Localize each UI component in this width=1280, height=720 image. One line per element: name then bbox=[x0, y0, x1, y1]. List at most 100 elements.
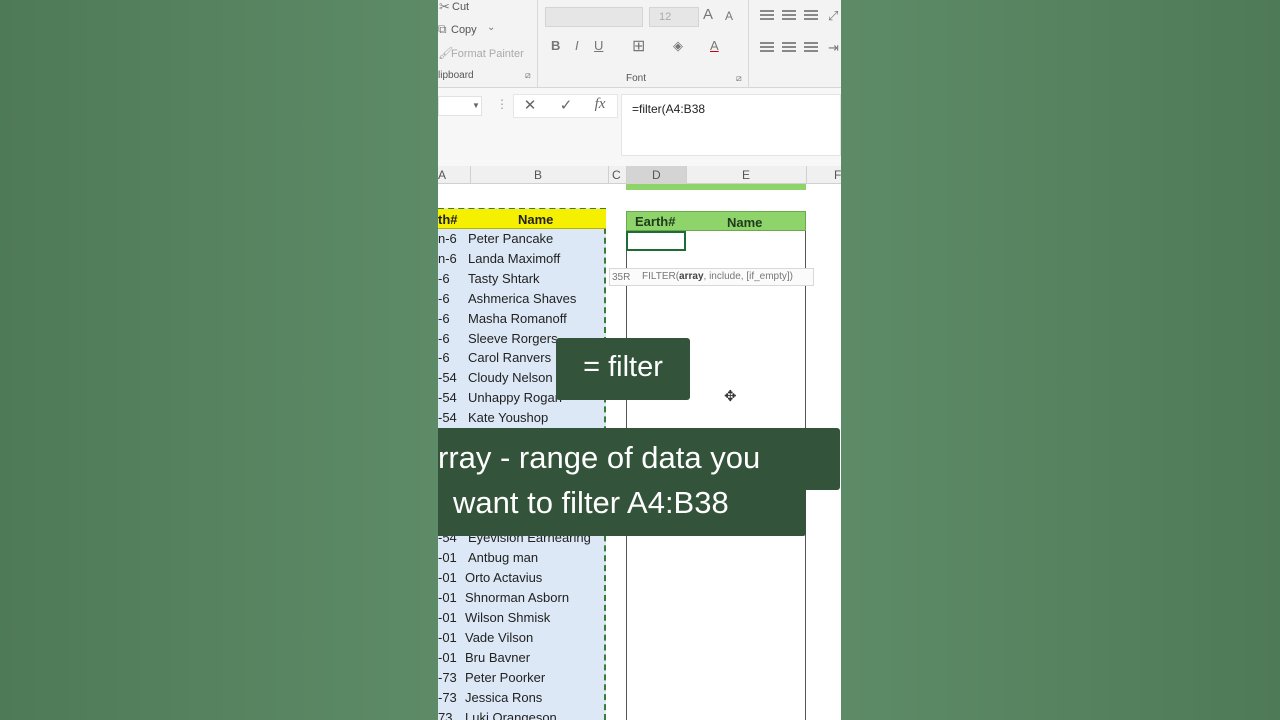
earth-cell: -01 bbox=[438, 550, 457, 565]
align-left-icon[interactable] bbox=[760, 42, 774, 54]
underline-button[interactable]: U bbox=[594, 38, 603, 53]
table-row[interactable]: -01 Bru Bavner bbox=[438, 650, 530, 665]
align-center-icon[interactable] bbox=[782, 42, 796, 54]
align-middle-icon[interactable] bbox=[782, 10, 796, 22]
earth-cell: -6 bbox=[438, 271, 450, 286]
name-cell: Ashmerica Shaves bbox=[468, 291, 577, 306]
dialog-launcher-icon[interactable]: ⧄ bbox=[736, 73, 742, 84]
name-cell: Masha Romanoff bbox=[468, 311, 567, 326]
table-row[interactable]: -6 Carol Ranvers bbox=[438, 350, 551, 365]
align-top-icon[interactable] bbox=[760, 10, 774, 22]
copy-button[interactable]: Copy bbox=[451, 24, 477, 36]
scissors-icon[interactable]: ✂ bbox=[439, 0, 450, 15]
earth-cell: -6 bbox=[438, 331, 450, 346]
background-right bbox=[841, 0, 1280, 720]
copy-icon[interactable]: ⧉ bbox=[438, 22, 447, 37]
column-header-d[interactable]: D bbox=[652, 168, 661, 182]
ribbon-divider bbox=[537, 0, 538, 88]
font-size-select[interactable]: 12 bbox=[649, 7, 699, 27]
name-cell: Vade Vilson bbox=[465, 630, 534, 645]
table-row[interactable]: -54 Cloudy Nelson bbox=[438, 370, 553, 385]
table-row[interactable]: -01 Vade Vilson bbox=[438, 630, 533, 645]
chevron-down-icon[interactable]: ▼ bbox=[472, 101, 480, 110]
dialog-launcher-icon[interactable]: ⧄ bbox=[525, 70, 531, 81]
earth-cell: -54 bbox=[438, 410, 457, 425]
grow-font-button[interactable]: A bbox=[703, 6, 713, 23]
borders-icon[interactable]: ⊞ bbox=[632, 36, 645, 56]
earth-cell: n-6 bbox=[438, 231, 457, 246]
header-earth: th# bbox=[438, 212, 458, 227]
table-row[interactable]: -01 Shnorman Asborn bbox=[438, 590, 569, 605]
name-cell: Bru Bavner bbox=[465, 650, 531, 665]
name-cell: Sleeve Rorgers bbox=[468, 331, 558, 346]
table-row[interactable]: -01 Antbug man bbox=[438, 550, 538, 565]
more-icon[interactable]: ⋮ bbox=[496, 97, 508, 111]
table-row[interactable]: n-6 Peter Pancake bbox=[438, 231, 553, 246]
table-row[interactable]: -6 Sleeve Rorgers bbox=[438, 331, 558, 346]
table-row[interactable]: -01 Orto Actavius bbox=[438, 570, 542, 585]
column-divider bbox=[686, 166, 687, 184]
fill-color-icon[interactable]: ◈ bbox=[673, 38, 683, 54]
orientation-icon[interactable]: ⤢ bbox=[828, 8, 838, 24]
column-header-a[interactable]: A bbox=[438, 168, 446, 182]
background-left bbox=[0, 0, 438, 720]
table-row[interactable]: -6 Masha Romanoff bbox=[438, 311, 567, 326]
italic-button[interactable]: I bbox=[575, 38, 579, 53]
format-painter-button[interactable]: Format Painter bbox=[451, 48, 524, 60]
table-row[interactable]: -6 Tasty Shtark bbox=[438, 271, 540, 286]
table-row[interactable]: -54 Unhappy Rogan bbox=[438, 390, 562, 405]
table-row[interactable]: -73 Jessica Rons bbox=[438, 690, 542, 705]
column-header-f[interactable]: F bbox=[834, 168, 841, 182]
cursor-crosshair-icon: ✥ bbox=[724, 388, 737, 405]
tooltip-signature: FILTER(array, include, [if_empty]) bbox=[642, 271, 793, 282]
formula-bar: ▼ ⋮ ✕ ✓ fx =filter(A4:B38 bbox=[438, 88, 841, 168]
name-cell: Orto Actavius bbox=[465, 570, 543, 585]
name-cell: Wilson Shmisk bbox=[465, 610, 551, 625]
function-tooltip: 35R FILTER(array, include, [if_empty]) bbox=[609, 268, 814, 286]
column-header-e[interactable]: E bbox=[742, 168, 750, 182]
earth-cell: -01 bbox=[438, 590, 457, 605]
name-cell: Peter Poorker bbox=[465, 670, 546, 685]
table-row[interactable]: -01 Wilson Shmisk bbox=[438, 610, 550, 625]
align-bottom-icon[interactable] bbox=[804, 10, 818, 22]
name-cell: Landa Maximoff bbox=[468, 251, 561, 266]
earth-cell: -6 bbox=[438, 350, 450, 365]
chevron-down-icon[interactable]: ⌄ bbox=[487, 22, 495, 33]
table-row[interactable]: 73 Luki Orangeson bbox=[438, 710, 557, 720]
table-row[interactable]: -73 Peter Poorker bbox=[438, 670, 545, 685]
name-cell: Carol Ranvers bbox=[468, 350, 552, 365]
formula-input[interactable]: =filter(A4:B38 bbox=[621, 94, 841, 156]
indent-icon[interactable]: ⇥ bbox=[828, 40, 839, 56]
cancel-button[interactable]: ✕ bbox=[515, 96, 545, 118]
earth-cell: -01 bbox=[438, 570, 457, 585]
header-name: Name bbox=[727, 215, 763, 230]
table-row[interactable]: n-6 Landa Maximoff bbox=[438, 251, 560, 266]
shrink-font-button[interactable]: A bbox=[725, 9, 733, 23]
source-table-header: th# Name bbox=[438, 209, 606, 229]
table-row[interactable]: -54 Kate Youshop bbox=[438, 410, 548, 425]
earth-cell: -54 bbox=[438, 390, 457, 405]
column-header-b[interactable]: B bbox=[534, 168, 542, 182]
align-right-icon[interactable] bbox=[804, 42, 818, 54]
font-group-label: Font bbox=[626, 73, 647, 84]
column-header-c[interactable]: C bbox=[612, 168, 621, 182]
font-color-button[interactable]: A bbox=[710, 38, 719, 53]
enter-button[interactable]: ✓ bbox=[551, 96, 581, 118]
name-cell: Cloudy Nelson bbox=[468, 370, 553, 385]
font-name-select[interactable] bbox=[545, 7, 643, 27]
table-row[interactable]: -6 Ashmerica Shaves bbox=[438, 291, 576, 306]
partial-green-cell bbox=[626, 184, 806, 190]
name-cell: Antbug man bbox=[468, 550, 539, 565]
earth-cell: -73 bbox=[438, 690, 457, 705]
earth-cell: n-6 bbox=[438, 251, 457, 266]
insert-function-button[interactable]: fx bbox=[585, 96, 615, 118]
column-headers: A B C D E F bbox=[438, 166, 841, 184]
column-divider bbox=[470, 166, 471, 184]
earth-cell: -6 bbox=[438, 311, 450, 326]
column-divider bbox=[626, 166, 627, 184]
name-cell: Tasty Shtark bbox=[468, 271, 540, 286]
active-cell-d4[interactable] bbox=[626, 231, 686, 251]
cut-button[interactable]: Cut bbox=[452, 1, 469, 13]
bold-button[interactable]: B bbox=[551, 38, 560, 53]
earth-cell: -01 bbox=[438, 610, 457, 625]
